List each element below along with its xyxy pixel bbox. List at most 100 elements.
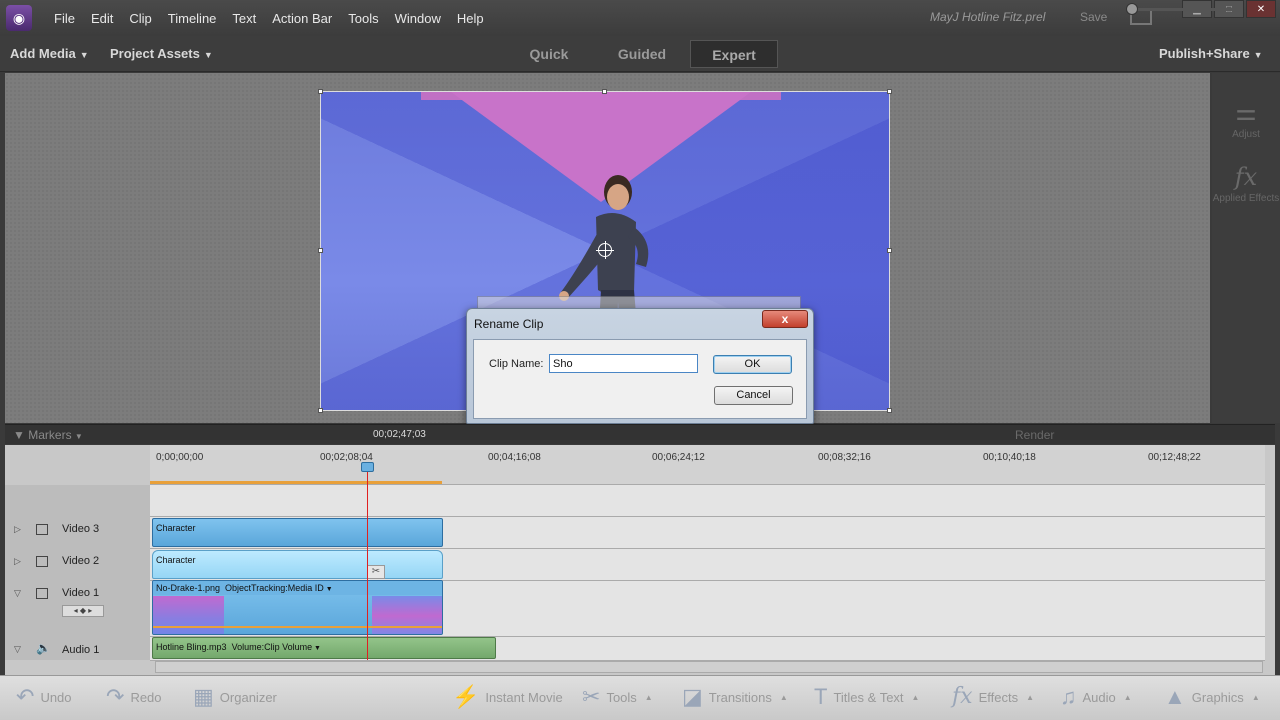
applied-effects-button[interactable]: fx Applied Effects [1212,163,1280,204]
redo-button[interactable]: ↷ Redo [106,686,162,708]
transitions-label: Transitions [708,689,772,705]
menu-text[interactable]: Text [224,11,264,26]
project-assets-dropdown[interactable]: Project Assets ▼ [110,46,213,61]
graphics-icon: ▲ [1164,684,1186,709]
tab-quick[interactable]: Quick [505,40,593,68]
expand-triangle-icon[interactable]: ▷ [14,556,21,567]
transitions-button[interactable]: ◪ Transitions ▲ [682,686,788,708]
clip-effect-label: Volume:Clip Volume [231,642,313,652]
caret-up-icon: ▲ [1251,692,1260,702]
current-time: 00;02;47;03 [373,429,426,440]
speaker-icon: 🔈 [36,641,51,655]
cancel-button[interactable]: Cancel [714,386,793,405]
clip-hotline-bling-audio1[interactable]: Hotline Bling.mp3 Volume:Clip Volume ▼ [152,637,496,659]
zoom-slider[interactable] [1130,8,1240,11]
transform-handle[interactable] [887,248,892,253]
track-name: Audio 1 [62,644,100,656]
clip-name-label: Clip Name: [489,358,544,370]
tools-icon: ✂ [582,684,601,709]
clip-effect-label: ObjectTracking:Media ID [225,583,324,593]
menu-timeline[interactable]: Timeline [160,11,225,26]
chevron-down-icon: ▼ [312,645,321,652]
right-panel: ⚌ Adjust fx Applied Effects [1212,73,1280,423]
clip-thumbnail [153,596,224,634]
instant-movie-button[interactable]: ⚡ Instant Movie [452,686,563,708]
playhead-handle[interactable] [361,462,374,472]
organizer-button[interactable]: ▦ Organizer [193,686,277,708]
playhead-line[interactable] [367,465,368,660]
tools-button[interactable]: ✂ Tools ▲ [582,686,653,708]
time-ruler[interactable]: 0;00;00;00 00;02;08;04 00;04;16;08 00;06… [150,445,1265,485]
audio-button[interactable]: ♫ Audio ▲ [1060,686,1132,708]
titles-text-button[interactable]: T Titles & Text ▲ [814,686,919,708]
organizer-label: Organizer [219,689,277,705]
undo-label: Undo [40,689,72,705]
redo-icon: ↷ [106,684,125,709]
track-lane-empty [150,485,1265,517]
caret-up-icon: ▲ [1123,692,1132,702]
clip-label: Character [156,523,196,533]
clip-character-video3[interactable]: Character [152,518,443,547]
film-icon [36,588,48,599]
dialog-close-button[interactable]: x [762,310,808,328]
dialog-body: Clip Name: OK Cancel [473,339,807,419]
add-media-dropdown[interactable]: Add Media ▼ [10,46,89,61]
graphics-button[interactable]: ▲ Graphics ▲ [1164,686,1260,708]
effects-button[interactable]: fx Effects ▲ [952,686,1034,708]
tools-label: Tools [606,689,637,705]
action-bar: ↶ Undo ↷ Redo ▦ Organizer ⚡ Instant Movi… [0,675,1280,720]
ok-button[interactable]: OK [713,355,792,374]
opacity-rubberband[interactable] [153,626,442,628]
audio-label: Audio [1082,689,1116,705]
film-icon [36,556,48,567]
transform-handle[interactable] [318,89,323,94]
expand-triangle-icon[interactable]: ▷ [14,524,21,535]
scissors-icon[interactable]: ✂ [367,565,385,579]
transform-handle[interactable] [887,89,892,94]
menu-file[interactable]: File [46,11,83,26]
collapse-triangle-icon[interactable]: ▽ [14,644,21,655]
chevron-down-icon: ▼ [203,50,213,60]
ruler-label: 00;08;32;16 [818,452,871,463]
menu-tools[interactable]: Tools [340,11,386,26]
render-button[interactable]: Render [1015,428,1054,442]
publish-share-dropdown[interactable]: Publish+Share ▼ [1159,46,1263,61]
tab-expert[interactable]: Expert [690,40,778,68]
transform-handle[interactable] [318,408,323,413]
transform-handle[interactable] [318,248,323,253]
ruler-label: 00;10;40;18 [983,452,1036,463]
graphics-label: Graphics [1191,689,1244,705]
timeline-scrollbar[interactable] [155,661,1263,673]
save-button[interactable]: Save [1080,10,1107,24]
menu-action-bar[interactable]: Action Bar [264,11,340,26]
zoom-slider-handle[interactable] [1126,3,1138,15]
undo-button[interactable]: ↶ Undo [16,686,72,708]
work-area-bar[interactable] [150,481,442,484]
menu-window[interactable]: Window [387,11,449,26]
adjust-button[interactable]: ⚌ Adjust [1212,98,1280,140]
clip-thumbnail [372,596,442,634]
anchor-crosshair-icon[interactable] [596,241,614,259]
menu-clip[interactable]: Clip [121,11,159,26]
publish-share-label: Publish+Share [1159,46,1250,61]
transform-handle[interactable] [887,408,892,413]
keyframe-nav-icon[interactable]: ◂ ◆ ▸ [62,605,104,617]
window-close-icon[interactable]: ✕ [1246,0,1276,18]
triangle-down-icon: ▼ [13,428,25,442]
menu-help[interactable]: Help [449,11,492,26]
caret-up-icon: ▲ [911,692,920,702]
fx-icon: fx [1234,163,1258,191]
markers-dropdown[interactable]: ▼ Markers ▼ [13,428,83,442]
clip-no-drake-video1[interactable]: No-Drake-1.png ObjectTracking:Media ID ▼ [152,580,443,635]
menu-edit[interactable]: Edit [83,11,121,26]
clip-name-input[interactable] [549,354,698,373]
tab-guided[interactable]: Guided [598,40,686,68]
clip-character-video2[interactable]: Character [152,550,443,579]
ruler-label: 00;06;24;12 [652,452,705,463]
track-name: Video 1 [62,587,100,599]
caret-up-icon: ▲ [779,692,788,702]
menu-bar: ◉ File Edit Clip Timeline Text Action Ba… [0,0,1280,36]
markers-label: Markers [28,428,72,442]
transform-handle[interactable] [602,89,607,94]
collapse-triangle-icon[interactable]: ▽ [14,588,21,599]
